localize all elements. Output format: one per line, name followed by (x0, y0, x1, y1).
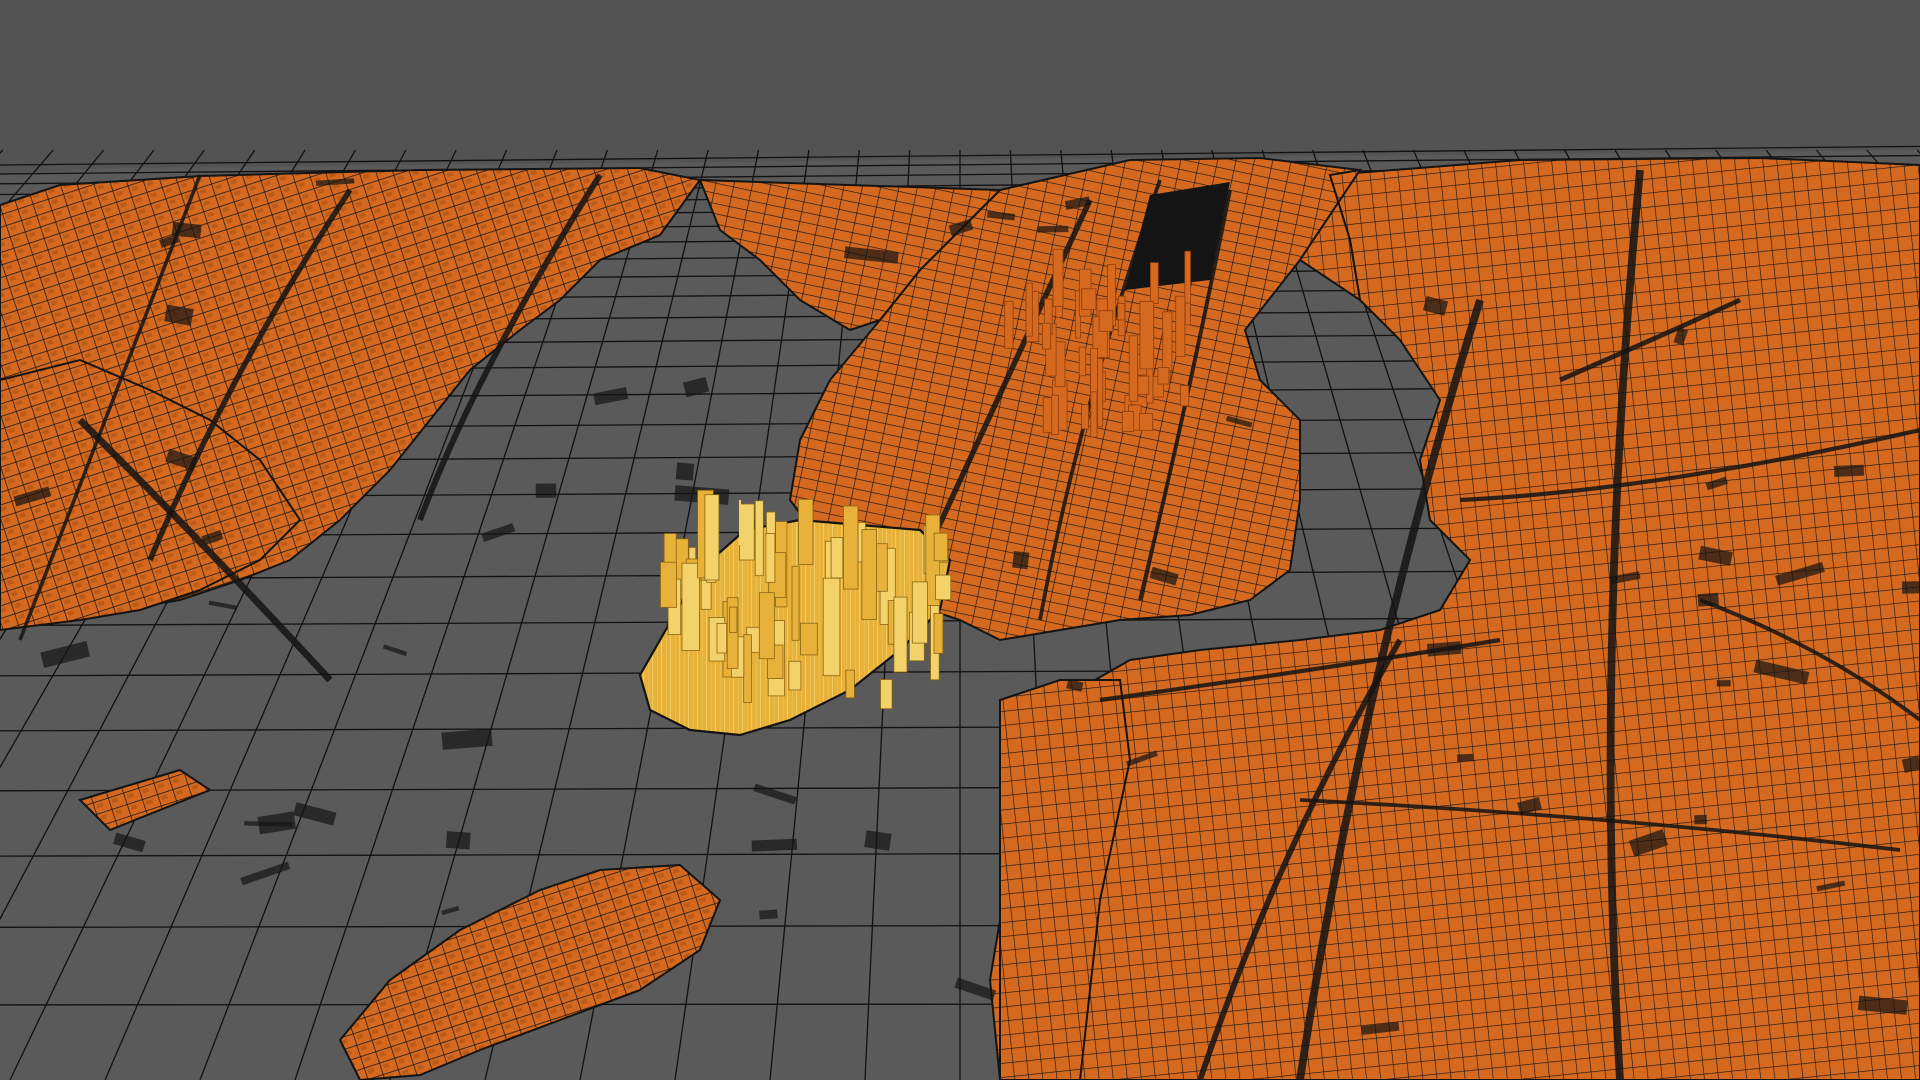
selected-tower[interactable] (700, 579, 712, 610)
midtown-tower (1078, 346, 1087, 377)
selected-tower[interactable] (716, 623, 728, 654)
midtown-tower (1025, 282, 1033, 337)
midtown-tower (1090, 347, 1098, 393)
midtown-tower (1180, 385, 1190, 407)
midtown-tower (1184, 250, 1191, 312)
selected-tower[interactable] (933, 613, 944, 654)
selected-tower[interactable] (739, 503, 755, 561)
block-shadow (1457, 753, 1474, 762)
midtown-tower (1081, 288, 1097, 310)
midtown-tower (1139, 300, 1155, 370)
midtown-tower (1157, 367, 1170, 385)
midtown-tower (1121, 411, 1135, 432)
midtown-tower (1162, 311, 1173, 372)
block-shadow (1833, 464, 1865, 477)
selected-tower[interactable] (933, 532, 949, 562)
block-shadow (445, 831, 471, 850)
selected-tower[interactable] (788, 660, 802, 691)
block-shadow (1694, 814, 1707, 825)
midtown-tower (1097, 358, 1104, 428)
block-shadow (675, 462, 695, 481)
midtown-tower (1042, 322, 1052, 350)
selected-tower[interactable] (822, 577, 841, 677)
midtown-tower (1184, 302, 1191, 326)
selected-tower[interactable] (911, 581, 928, 644)
selected-tower[interactable] (845, 669, 855, 699)
block-shadow (1012, 550, 1030, 570)
3d-viewport[interactable] (0, 0, 1920, 1080)
selected-tower[interactable] (798, 498, 814, 565)
selected-tower[interactable] (754, 500, 764, 577)
midtown-tower (1139, 413, 1154, 431)
midtown-tower (1175, 295, 1186, 357)
block-shadow (1037, 225, 1069, 233)
block-shadow (1901, 580, 1920, 594)
selected-tower[interactable] (729, 606, 738, 633)
midtown-tower (1081, 404, 1089, 430)
block-shadow (1697, 592, 1719, 607)
selected-tower[interactable] (861, 529, 878, 620)
selected-tower[interactable] (893, 596, 908, 673)
selected-tower[interactable] (758, 592, 775, 660)
midtown-tower (1128, 335, 1139, 402)
block-shadow (751, 838, 798, 852)
selected-tower[interactable] (843, 505, 859, 590)
selected-tower[interactable] (704, 494, 720, 581)
selected-tower[interactable] (660, 561, 677, 608)
midtown-tower (1117, 303, 1126, 321)
midtown-tower (1052, 248, 1064, 307)
selected-tower[interactable] (935, 574, 952, 601)
block-shadow (759, 909, 778, 920)
selected-tower[interactable] (743, 634, 752, 703)
selected-tower[interactable] (765, 533, 776, 583)
selected-tower[interactable] (880, 679, 893, 710)
midtown-tower (1051, 394, 1059, 435)
midtown-tower (1004, 300, 1014, 349)
midtown-tower (1098, 310, 1114, 332)
midtown-tower (1042, 397, 1053, 433)
selected-tower[interactable] (800, 622, 818, 656)
city-model-scene[interactable] (0, 0, 1920, 1080)
block-shadow (535, 483, 557, 498)
block-shadow (1716, 680, 1731, 687)
midtown-tower (1054, 341, 1066, 388)
selected-tower[interactable] (830, 537, 844, 579)
midtown-tower (1150, 262, 1159, 304)
selected-tower[interactable] (791, 565, 800, 641)
selected-tower[interactable] (681, 562, 700, 651)
